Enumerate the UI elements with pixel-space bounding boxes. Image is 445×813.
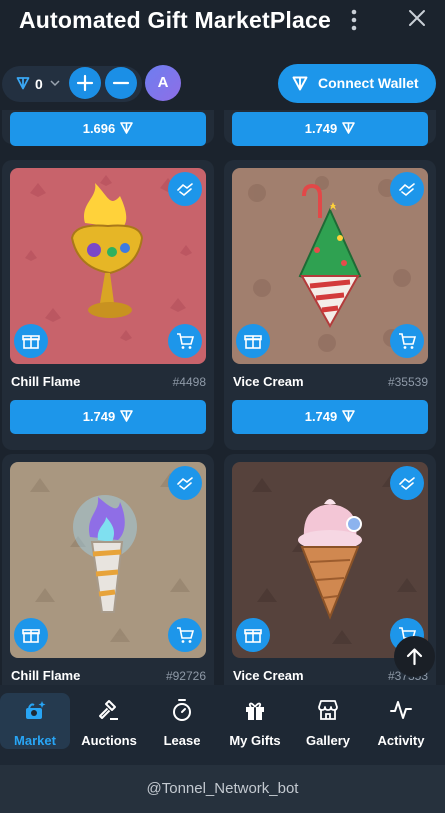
- gift-image-vice-cream[interactable]: [232, 462, 428, 658]
- handshake-icon: [177, 183, 193, 197]
- nav-label: Auctions: [81, 733, 137, 748]
- gift-icon: [244, 629, 262, 643]
- minus-icon: [112, 81, 130, 85]
- gift-grid: 1.696 1.749 Chill Flame #4498 1.749 Vice…: [0, 110, 445, 685]
- cart-icon: [177, 333, 194, 349]
- gift-number: #35539: [387, 375, 428, 389]
- add-to-cart-button[interactable]: [168, 324, 202, 358]
- close-icon[interactable]: [407, 8, 427, 28]
- gavel-icon: [99, 700, 118, 720]
- ton-icon: [120, 122, 134, 134]
- gift-image-vice-cream[interactable]: [232, 168, 428, 364]
- avatar[interactable]: A: [145, 65, 181, 101]
- nav-item-market[interactable]: Market: [0, 693, 70, 749]
- price-value: 1.749: [82, 409, 116, 424]
- gift-image-chill-flame[interactable]: [10, 462, 206, 658]
- chevron-down-icon: [50, 80, 60, 87]
- plus-icon: [76, 74, 94, 92]
- ton-icon: [16, 77, 30, 90]
- gift-icon: [244, 335, 262, 349]
- gift-card-partial[interactable]: 1.749: [224, 110, 436, 146]
- ton-icon: [120, 410, 134, 422]
- add-funds-button[interactable]: [69, 67, 101, 99]
- nav-label: Gallery: [305, 733, 351, 748]
- gift-icon: [22, 335, 40, 349]
- buy-price-button[interactable]: 1.696: [10, 112, 206, 146]
- price-value: 1.749: [304, 409, 338, 424]
- cart-icon: [399, 333, 416, 349]
- market-icon: [26, 701, 46, 719]
- cart-icon: [177, 627, 194, 643]
- nav-item-auctions[interactable]: Auctions: [74, 693, 144, 749]
- send-gift-button[interactable]: [14, 324, 48, 358]
- scroll-to-top-button[interactable]: [394, 636, 435, 677]
- header: Automated Gift MarketPlace 0 A Connect W…: [0, 0, 445, 110]
- buy-price-button[interactable]: 1.749: [10, 400, 206, 434]
- nav-label: Lease: [163, 733, 201, 748]
- buy-price-button[interactable]: 1.749: [232, 400, 428, 434]
- store-icon: [318, 700, 338, 720]
- nav-label: My Gifts: [229, 733, 281, 748]
- handshake-icon: [177, 477, 193, 491]
- ton-icon: [292, 76, 308, 91]
- nav-label: Activity: [377, 733, 425, 748]
- offer-button[interactable]: [390, 172, 424, 206]
- gift-name: Chill Flame: [11, 668, 81, 683]
- bot-name: @Tonnel_Network_bot: [146, 780, 299, 797]
- gift-card[interactable]: Vice Cream #35539 1.749: [224, 160, 436, 450]
- withdraw-button[interactable]: [105, 67, 137, 99]
- more-vertical-icon[interactable]: [345, 7, 363, 33]
- handshake-icon: [399, 477, 415, 491]
- offer-button[interactable]: [168, 172, 202, 206]
- gift-icon: [22, 629, 40, 643]
- offer-button[interactable]: [390, 466, 424, 500]
- gift-number: #4498: [172, 375, 206, 389]
- ton-icon: [342, 410, 356, 422]
- gift-icon: [246, 702, 264, 720]
- activity-icon: [390, 701, 412, 719]
- ton-icon: [342, 122, 356, 134]
- send-gift-button[interactable]: [236, 618, 270, 652]
- arrow-up-icon: [406, 648, 423, 666]
- timer-icon: [173, 699, 191, 721]
- offer-button[interactable]: [168, 466, 202, 500]
- gift-card-partial[interactable]: 1.696: [2, 110, 214, 146]
- handshake-icon: [399, 183, 415, 197]
- connect-wallet-label: Connect Wallet: [318, 75, 419, 91]
- send-gift-button[interactable]: [236, 324, 270, 358]
- add-to-cart-button[interactable]: [390, 324, 424, 358]
- gift-name: Chill Flame: [11, 374, 81, 389]
- gift-number: #92726: [165, 669, 206, 683]
- nav-item-lease[interactable]: Lease: [147, 693, 217, 749]
- gift-image-chill-flame[interactable]: [10, 168, 206, 364]
- add-to-cart-button[interactable]: [168, 618, 202, 652]
- price-value: 1.749: [304, 121, 338, 136]
- gift-name: Vice Cream: [233, 374, 304, 389]
- bot-footer: @Tonnel_Network_bot: [0, 765, 445, 813]
- bottom-nav: Market Auctions Lease My Gifts Gallery A…: [0, 685, 445, 765]
- gift-card[interactable]: Chill Flame #92726: [2, 454, 214, 685]
- nav-label: Market: [14, 733, 56, 748]
- price-value: 1.696: [82, 121, 116, 136]
- nav-item-gallery[interactable]: Gallery: [293, 693, 363, 749]
- nav-item-activity[interactable]: Activity: [366, 693, 436, 749]
- gift-name: Vice Cream: [233, 668, 304, 683]
- buy-price-button[interactable]: 1.749: [232, 112, 428, 146]
- connect-wallet-button[interactable]: Connect Wallet: [278, 64, 436, 103]
- app-title: Automated Gift MarketPlace: [19, 7, 331, 33]
- balance-value: 0: [35, 76, 43, 92]
- send-gift-button[interactable]: [14, 618, 48, 652]
- nav-item-my-gifts[interactable]: My Gifts: [220, 693, 290, 749]
- gift-card[interactable]: Chill Flame #4498 1.749: [2, 160, 214, 450]
